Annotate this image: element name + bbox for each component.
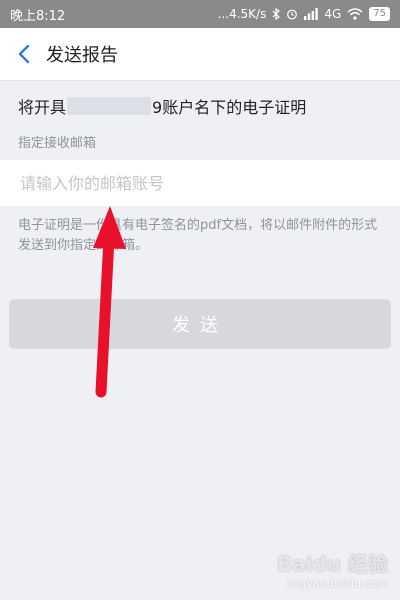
description-text: 电子证明是一份具有电子签名的pdf文档，将以邮件附件的形式发送到你指定的邮箱。 xyxy=(18,218,378,253)
alarm-icon xyxy=(287,9,298,20)
page-title: 发送报告 xyxy=(46,45,118,66)
baidu-watermark: Baidu 经验 jingyan.baidu.com xyxy=(277,548,388,590)
back-chevron-icon xyxy=(18,44,30,64)
battery-icon: 75 xyxy=(369,7,390,21)
report-title: 将开具 9账户名下的电子证明 xyxy=(18,94,306,118)
bluetooth-icon xyxy=(272,8,281,20)
wifi-icon xyxy=(347,8,363,20)
report-title-prefix: 将开具 xyxy=(18,98,67,117)
email-input[interactable] xyxy=(18,172,392,194)
status-time: 晚上8:12 xyxy=(10,8,66,24)
redacted-account xyxy=(67,97,152,115)
report-title-suffix: 9账户名下的电子证明 xyxy=(152,98,307,117)
back-button[interactable] xyxy=(4,28,44,80)
watermark-url: jingyan.baidu.com xyxy=(286,577,388,590)
watermark-brand: Baidu 经验 xyxy=(276,552,388,576)
email-label: 指定接收邮箱 xyxy=(18,136,97,151)
status-bar: 晚上8:12 ...4.5K/s 4G 75 xyxy=(0,0,400,28)
network-speed: ...4.5K/s xyxy=(217,7,267,21)
send-button[interactable]: 发送 xyxy=(9,299,391,349)
email-input-row xyxy=(0,160,400,206)
network-type: 4G xyxy=(324,7,342,21)
signal-icon xyxy=(304,8,319,20)
nav-bar: 发送报告 xyxy=(0,28,400,81)
status-indicators: ...4.5K/s 4G 75 xyxy=(218,7,390,21)
